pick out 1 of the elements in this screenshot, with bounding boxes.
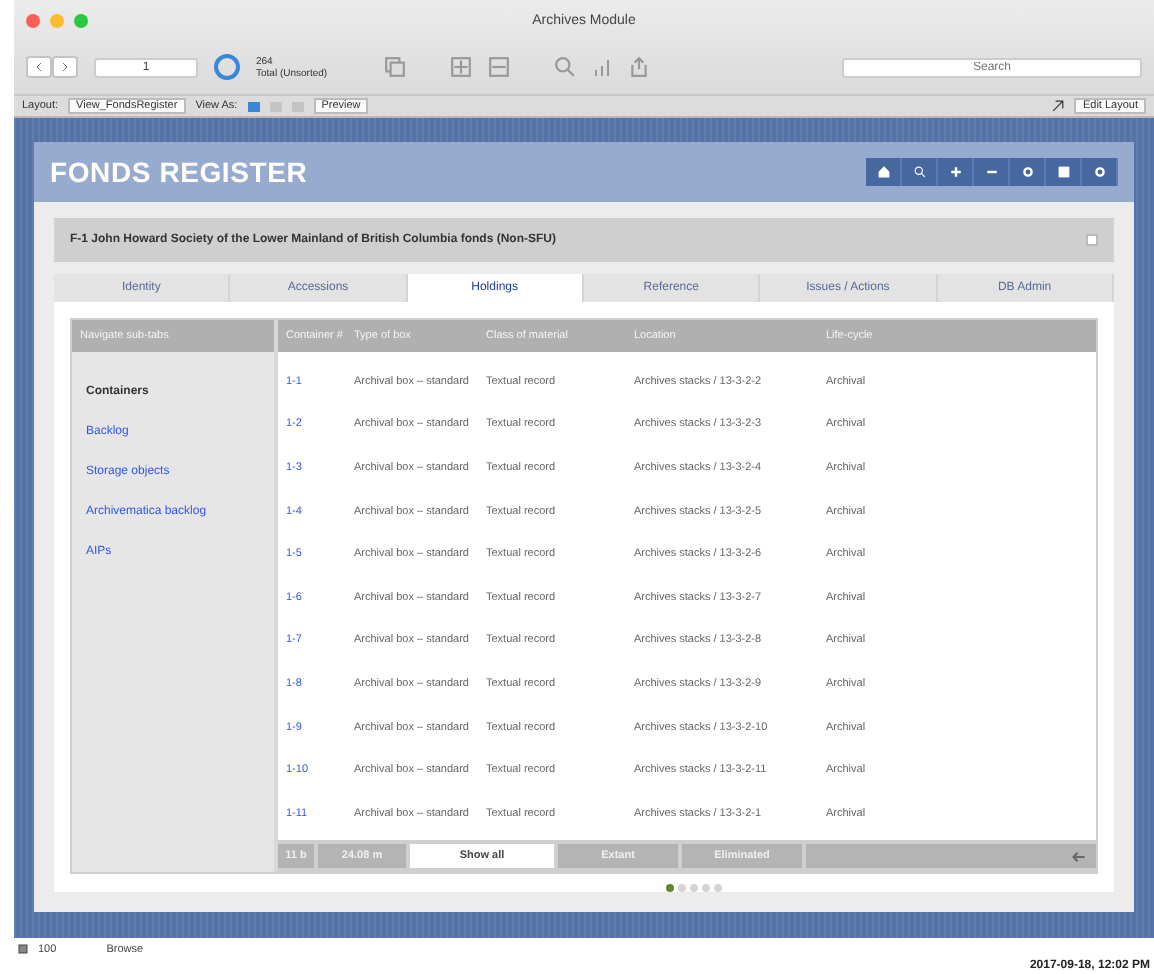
page-title: FONDS REGISTER — [50, 156, 308, 188]
